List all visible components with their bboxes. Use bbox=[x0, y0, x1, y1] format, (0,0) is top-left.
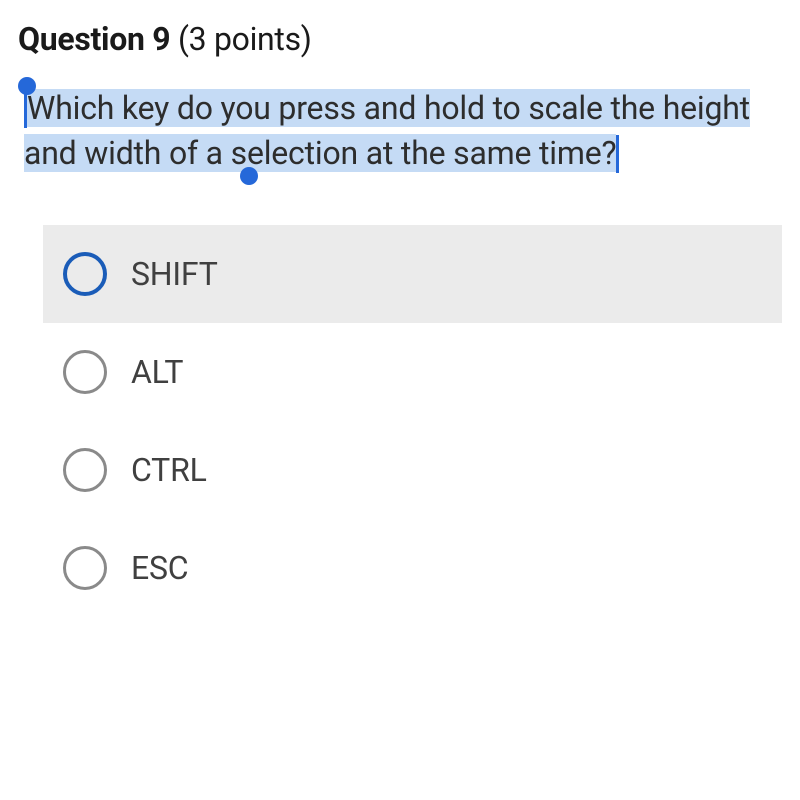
radio-icon[interactable] bbox=[63, 546, 107, 590]
options-list: SHIFT ALT CTRL ESC bbox=[18, 225, 782, 617]
option-label: ALT bbox=[131, 353, 183, 391]
question-text[interactable]: Which key do you press and hold to scale… bbox=[24, 86, 782, 177]
question-number: Question 9 bbox=[18, 20, 170, 58]
option-label: SHIFT bbox=[131, 255, 218, 293]
radio-icon[interactable] bbox=[63, 350, 107, 394]
option-ctrl[interactable]: CTRL bbox=[43, 421, 782, 519]
option-shift[interactable]: SHIFT bbox=[43, 225, 782, 323]
radio-icon[interactable] bbox=[63, 448, 107, 492]
question-text-wrapper[interactable]: Which key do you press and hold to scale… bbox=[18, 86, 782, 177]
radio-icon[interactable] bbox=[63, 252, 107, 296]
option-label: ESC bbox=[131, 549, 188, 587]
option-alt[interactable]: ALT bbox=[43, 323, 782, 421]
selection-handle-start-icon[interactable] bbox=[18, 77, 36, 95]
question-points: (3 points) bbox=[178, 20, 312, 58]
text-cursor-end-icon bbox=[616, 135, 619, 173]
option-esc[interactable]: ESC bbox=[43, 519, 782, 617]
question-header: Question 9 (3 points) bbox=[18, 20, 782, 58]
selection-handle-end-icon[interactable] bbox=[240, 167, 258, 185]
question-text-content: Which key do you press and hold to scale… bbox=[24, 89, 750, 172]
option-label: CTRL bbox=[131, 451, 207, 489]
